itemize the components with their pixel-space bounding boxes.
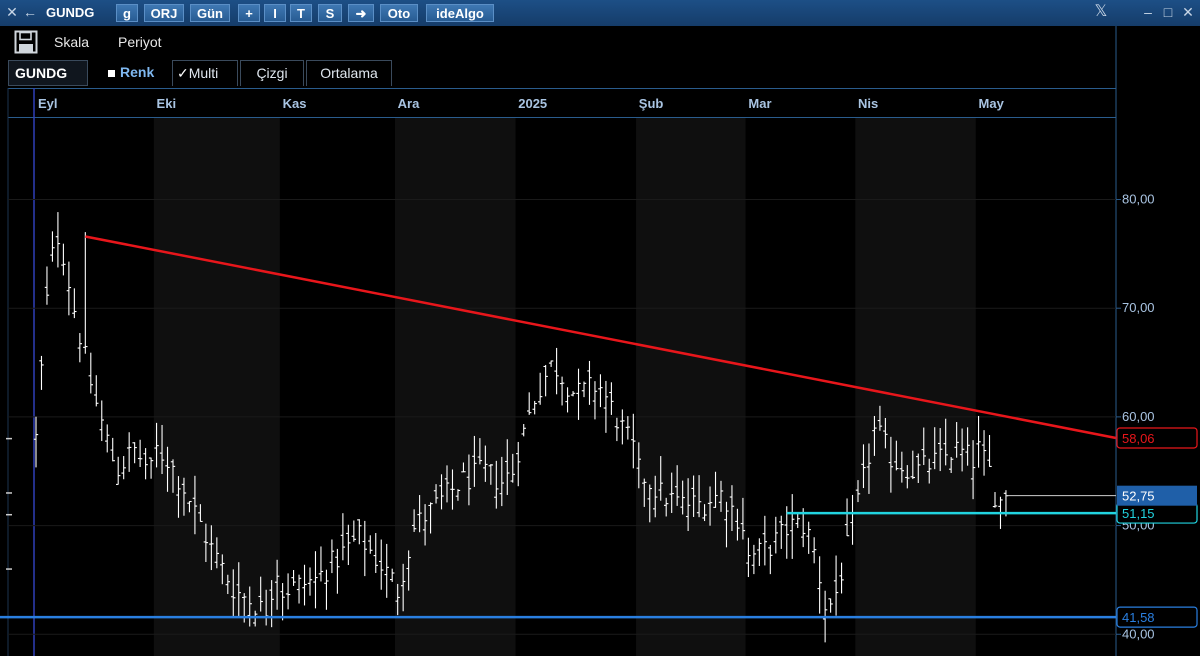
current-price-label: 52,75 [1122,489,1155,504]
x-tick-label: Kas [283,96,307,111]
x-tick-label: Eki [157,96,177,111]
y-tick-label: 80,00 [1122,192,1155,207]
x-tick-label: May [979,96,1005,111]
support-line-label: 51,15 [1122,506,1155,521]
x-tick-label: Nis [858,96,878,111]
month-shade-band [636,118,746,656]
x-tick-label: Şub [639,96,664,111]
month-shade-band [394,118,516,656]
month-shade-band [975,118,1116,656]
x-tick-label: 2025 [518,96,547,111]
x-tick-label: Mar [748,96,771,111]
month-shade-band [855,118,976,656]
resistance-trendline-label: 58,06 [1122,431,1155,446]
floor-support-line-label: 41,58 [1122,610,1155,625]
price-chart[interactable]: 80,0070,0060,0050,0040,00Eyl Eki Kas Ara 202… [0,0,1200,656]
x-tick-label: Ara [398,96,420,111]
y-tick-label: 40,00 [1122,626,1155,641]
month-shade-band [515,118,637,656]
y-tick-label: 60,00 [1122,409,1155,424]
month-shade-band [8,118,154,656]
month-shade-band [745,118,856,656]
y-tick-label: 70,00 [1122,300,1155,315]
month-shade-band [153,118,280,656]
x-tick-label: Eyl [38,96,58,111]
